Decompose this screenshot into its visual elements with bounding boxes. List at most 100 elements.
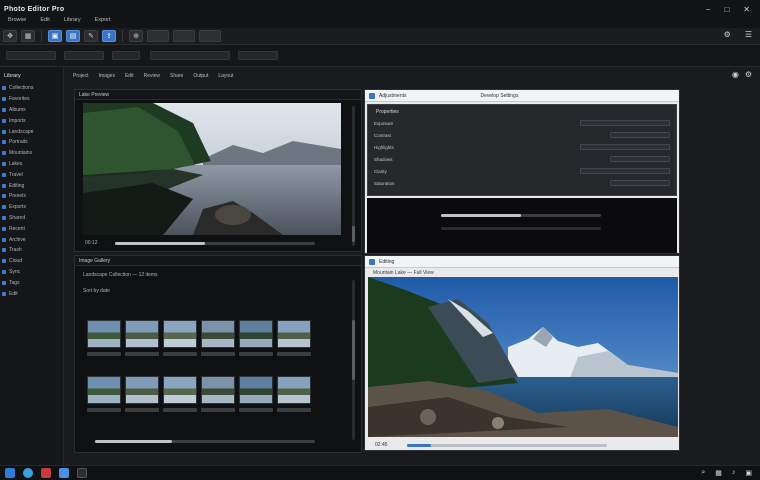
grid-icon[interactable]: ▣ — [48, 30, 62, 42]
gallery-timeline[interactable] — [95, 440, 315, 443]
option-field[interactable] — [6, 51, 56, 60]
sidebar-item[interactable]: Exports — [0, 202, 63, 213]
menu-icon[interactable]: ☰ — [745, 30, 752, 39]
gallery-thumbnail[interactable] — [125, 320, 159, 348]
start-icon[interactable] — [5, 468, 15, 478]
toolbar-slot[interactable] — [173, 30, 195, 42]
red-app-icon[interactable] — [41, 468, 51, 478]
sidebar-item[interactable]: Editing — [0, 180, 63, 191]
tab-edit[interactable]: Edit — [122, 72, 137, 80]
sidebar-item[interactable]: Sync — [0, 267, 63, 278]
sidebar-item[interactable]: Favorites — [0, 94, 63, 105]
setting-row[interactable]: Contrast — [374, 131, 670, 139]
gallery-scrollthumb[interactable] — [352, 320, 355, 380]
preview-scrollbar[interactable] — [352, 106, 355, 246]
gallery-thumbnail[interactable] — [277, 320, 311, 348]
gallery-thumbnail[interactable] — [163, 320, 197, 348]
sidebar-item[interactable]: Landscape — [0, 126, 63, 137]
setting-row[interactable]: Highlights — [374, 143, 670, 151]
sidebar-item[interactable]: Cloud — [0, 256, 63, 267]
setting-slider[interactable] — [610, 156, 670, 162]
sidebar-item[interactable]: Albums — [0, 105, 63, 116]
menu-edit[interactable]: Edit — [36, 17, 53, 23]
move-icon[interactable]: ✥ — [3, 30, 17, 42]
preview-timeline[interactable] — [115, 242, 315, 245]
setting-slider[interactable] — [580, 120, 670, 126]
settings-icon[interactable]: ⚙ — [745, 70, 752, 79]
setting-slider[interactable] — [580, 144, 670, 150]
sidebar-item[interactable]: Portraits — [0, 137, 63, 148]
tab-project[interactable]: Project — [70, 72, 92, 80]
settings-timeline[interactable] — [441, 214, 601, 217]
menu-browse[interactable]: Browse — [4, 17, 30, 23]
setting-slider[interactable] — [580, 168, 670, 174]
viewer-icon — [369, 258, 375, 265]
brush-icon[interactable]: ✎ — [84, 30, 98, 42]
option-field[interactable] — [238, 51, 278, 60]
close-button[interactable]: ✕ — [743, 5, 750, 14]
crop-icon[interactable]: ▦ — [21, 30, 35, 42]
gallery-thumbnail[interactable] — [87, 376, 121, 404]
sidebar-item[interactable]: Travel — [0, 169, 63, 180]
sidebar-item[interactable]: Trash — [0, 245, 63, 256]
sidebar-item[interactable]: Mountains — [0, 148, 63, 159]
setting-row[interactable]: Shadows — [374, 155, 670, 163]
option-field[interactable] — [150, 51, 230, 60]
sidebar-item[interactable]: Archive — [0, 234, 63, 245]
gallery-scrollbar[interactable] — [352, 280, 355, 440]
gallery-thumbnail[interactable] — [277, 376, 311, 404]
view-icon[interactable]: ◉ — [732, 70, 739, 79]
sidebar-item[interactable]: Tags — [0, 277, 63, 288]
photo-app-icon[interactable] — [77, 468, 87, 478]
sidebar-item[interactable]: Presets — [0, 191, 63, 202]
preview-scrollthumb[interactable] — [352, 226, 355, 242]
maximize-button[interactable]: □ — [724, 5, 729, 14]
setting-slider[interactable] — [610, 132, 670, 138]
tab-output[interactable]: Output — [190, 72, 211, 80]
menu-export[interactable]: Export — [91, 17, 115, 23]
folder-icon — [2, 86, 6, 91]
settings-icon[interactable]: ⚙ — [724, 30, 731, 39]
menu-library[interactable]: Library — [60, 17, 85, 23]
sidebar-item[interactable]: Edit — [0, 288, 63, 299]
zoom-icon[interactable]: ⊕ — [129, 30, 143, 42]
settings-track[interactable] — [441, 227, 601, 230]
search-icon[interactable]: ⌕ — [701, 469, 705, 477]
sidebar-item[interactable]: Collections — [0, 83, 63, 94]
gallery-thumbnail[interactable] — [163, 376, 197, 404]
gallery-thumbnail[interactable] — [239, 320, 273, 348]
toolbar-slot[interactable] — [147, 30, 169, 42]
gallery-thumbnail[interactable] — [125, 376, 159, 404]
viewer-header: Editing — [365, 256, 679, 268]
grid-icon[interactable]: ▦ — [715, 469, 722, 477]
gallery-thumbnail[interactable] — [201, 320, 235, 348]
window-icon[interactable]: ▣ — [745, 469, 752, 477]
setting-row[interactable]: Clarity — [374, 167, 670, 175]
gallery-thumbnail[interactable] — [239, 376, 273, 404]
sidebar-item-label: Portraits — [9, 139, 28, 146]
sidebar-item[interactable]: Imports — [0, 115, 63, 126]
sidebar-item[interactable]: Shared — [0, 213, 63, 224]
viewer-timeline[interactable] — [407, 444, 607, 447]
sidebar-item[interactable]: Recent — [0, 223, 63, 234]
gallery-thumbnail[interactable] — [87, 320, 121, 348]
tab-share[interactable]: Share — [167, 72, 186, 80]
tab-images[interactable]: Images — [96, 72, 118, 80]
setting-row[interactable]: Exposure — [374, 119, 670, 127]
export-icon[interactable]: ⇪ — [102, 30, 116, 42]
tab-review[interactable]: Review — [141, 72, 163, 80]
toolbar-slot[interactable] — [199, 30, 221, 42]
tab-layout[interactable]: Layout — [215, 72, 236, 80]
gallery-thumbnail[interactable] — [201, 376, 235, 404]
files-icon[interactable] — [59, 468, 69, 478]
chat-icon[interactable] — [23, 468, 33, 478]
setting-row[interactable]: Saturation — [374, 179, 670, 187]
gallery-filter[interactable]: Sort by date — [83, 288, 110, 294]
option-field[interactable] — [64, 51, 104, 60]
option-field[interactable] — [112, 51, 140, 60]
setting-slider[interactable] — [610, 180, 670, 186]
layers-icon[interactable]: ▤ — [66, 30, 80, 42]
minimize-button[interactable]: − — [706, 5, 711, 14]
sidebar-item[interactable]: Lakes — [0, 159, 63, 170]
audio-icon[interactable]: ♪ — [732, 469, 736, 477]
